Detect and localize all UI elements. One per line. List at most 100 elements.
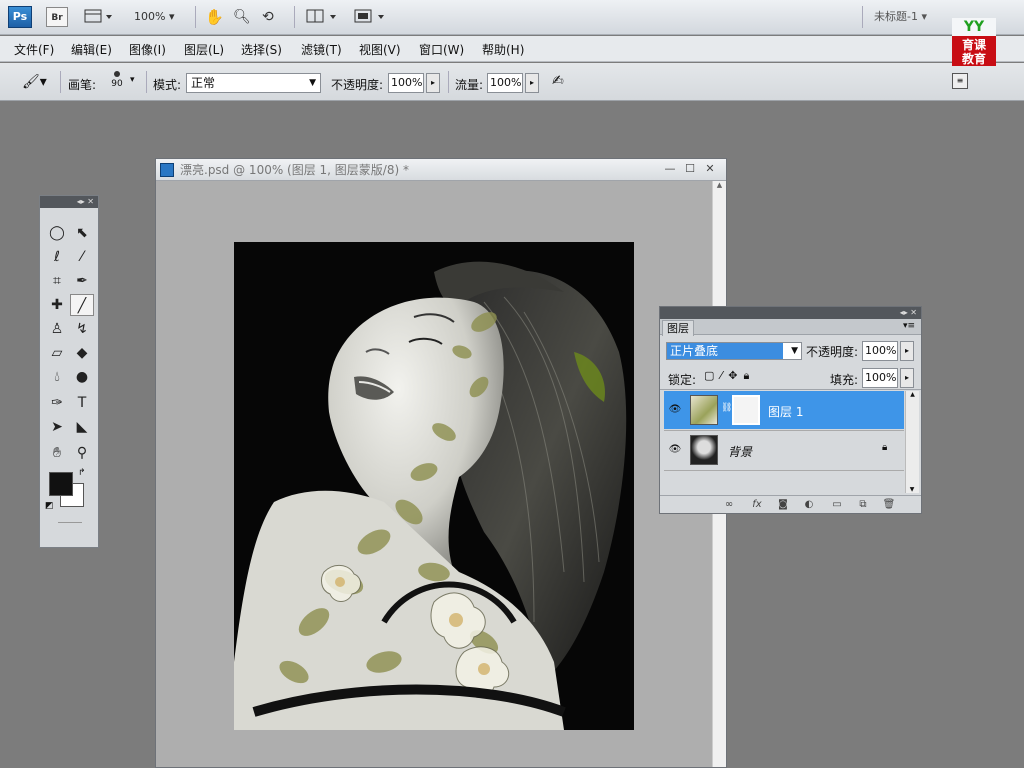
menu-image[interactable]: 图像(I) bbox=[129, 41, 166, 58]
fill-label: 填充: bbox=[830, 373, 859, 387]
screen-mode-button[interactable] bbox=[354, 7, 388, 27]
clone-stamp-tool-icon[interactable]: ♙ bbox=[45, 318, 69, 340]
opacity-slider-button[interactable]: ▸ bbox=[426, 73, 440, 93]
view-extras-button[interactable] bbox=[84, 7, 114, 27]
add-mask-icon[interactable]: ◙ bbox=[776, 498, 790, 512]
mode-dropdown[interactable]: 正常 ▼ bbox=[186, 73, 321, 93]
scroll-up-icon[interactable]: ▲ bbox=[713, 181, 726, 189]
menu-file[interactable]: 文件(F) bbox=[14, 41, 54, 58]
brush-preset-icon[interactable]: 🖌︎▾ bbox=[22, 74, 47, 90]
swap-colors-icon[interactable]: ↱ bbox=[78, 468, 86, 478]
eye-icon[interactable]: 👁︎ bbox=[668, 443, 682, 457]
document-ps-icon bbox=[160, 163, 174, 177]
blur-tool-icon[interactable]: 💧︎ bbox=[45, 366, 69, 388]
default-colors-icon[interactable]: ◩ bbox=[45, 501, 54, 511]
rotate-view-icon[interactable]: ⟲ bbox=[262, 7, 274, 27]
layer-row-background[interactable]: 👁︎ 背景 🔒︎ bbox=[664, 431, 904, 469]
lock-all-icon[interactable]: 🔒︎ bbox=[743, 369, 755, 382]
layer-mask-thumbnail[interactable] bbox=[732, 395, 760, 425]
divider bbox=[146, 71, 147, 93]
close-icon[interactable]: ✕ bbox=[702, 161, 718, 177]
layers-panel-header[interactable]: ◂▸ ✕ bbox=[660, 307, 921, 319]
menu-filter[interactable]: 滤镜(T) bbox=[301, 41, 342, 58]
layer-opacity-input[interactable]: 100% bbox=[862, 341, 898, 361]
eraser-tool-icon[interactable]: ▱ bbox=[45, 342, 69, 364]
chevron-down-icon: ▼ bbox=[791, 346, 798, 356]
divider bbox=[294, 6, 295, 28]
arrange-documents-icon bbox=[306, 9, 336, 23]
paint-bucket-tool-icon[interactable]: ◆ bbox=[70, 342, 94, 364]
flow-input[interactable]: 100% bbox=[487, 73, 523, 93]
divider bbox=[195, 6, 196, 28]
zoom-tool-icon[interactable]: ⚲ bbox=[70, 442, 94, 464]
eyedropper-tool-icon[interactable]: ✒ bbox=[70, 270, 94, 292]
menu-select[interactable]: 选择(S) bbox=[241, 41, 282, 58]
elliptical-marquee-tool-icon[interactable]: ◯ bbox=[45, 222, 69, 244]
brush-tool-icon[interactable]: ╱ bbox=[70, 294, 94, 316]
lasso-tool-icon[interactable]: ℓ bbox=[45, 246, 69, 268]
hand-tool-icon[interactable]: ✋ bbox=[205, 7, 224, 27]
adjustment-layer-icon[interactable]: ◐ bbox=[802, 498, 816, 512]
layer-name[interactable]: 背景 bbox=[728, 443, 752, 460]
pen-tool-icon[interactable]: ✑ bbox=[45, 392, 69, 414]
crop-tool-icon[interactable]: ⌗ bbox=[45, 270, 69, 292]
menu-view[interactable]: 视图(V) bbox=[359, 41, 401, 58]
hand-tool-icon[interactable]: ✋︎ bbox=[45, 442, 69, 464]
move-tool-icon[interactable]: ⬉ bbox=[70, 222, 94, 244]
brush-picker[interactable]: 90 bbox=[109, 69, 125, 89]
fill-input[interactable]: 100% bbox=[862, 368, 898, 388]
link-layers-icon[interactable]: ∞ bbox=[722, 498, 736, 512]
photoshop-logo: Ps bbox=[8, 6, 32, 28]
menu-edit[interactable]: 编辑(E) bbox=[71, 41, 112, 58]
canvas-image[interactable] bbox=[234, 242, 634, 730]
foreground-color-swatch[interactable] bbox=[49, 472, 73, 496]
maximize-icon[interactable]: ☐ bbox=[682, 161, 698, 177]
panel-menu-icon[interactable]: ▾≡ bbox=[903, 321, 915, 331]
eye-icon[interactable]: 👁︎ bbox=[668, 403, 682, 417]
tab-layers[interactable]: 图层 bbox=[662, 320, 694, 336]
custom-shape-tool-icon[interactable]: ◣ bbox=[70, 416, 94, 438]
delete-layer-icon[interactable]: 🗑︎ bbox=[882, 498, 896, 512]
opacity-input[interactable]: 100% bbox=[388, 73, 424, 93]
history-brush-tool-icon[interactable]: ↯ bbox=[70, 318, 94, 340]
scroll-down-icon[interactable]: ▼ bbox=[906, 486, 918, 493]
arrange-documents-button[interactable] bbox=[306, 7, 340, 27]
scroll-up-icon[interactable]: ▲ bbox=[906, 391, 919, 398]
type-tool-icon[interactable]: T bbox=[70, 392, 94, 414]
tool-presets-icon[interactable]: ≡ bbox=[952, 73, 968, 89]
layer-style-icon[interactable]: fx bbox=[750, 498, 764, 512]
dodge-tool-icon[interactable]: ● bbox=[70, 366, 94, 388]
new-group-icon[interactable]: ▭ bbox=[830, 498, 844, 512]
menu-window[interactable]: 窗口(W) bbox=[419, 41, 464, 58]
lock-transparent-icon[interactable]: ▢ bbox=[704, 369, 720, 382]
fill-slider-button[interactable]: ▸ bbox=[900, 368, 914, 388]
workspace-dropdown[interactable]: 未标题-1 ▾ bbox=[874, 7, 927, 27]
application-bar: Ps Br 100% ▾ ✋ 🔍︎ ⟲ 未标题-1 ▾ bbox=[0, 0, 1024, 35]
brush-picker-arrow-icon[interactable]: ▾ bbox=[130, 75, 135, 85]
link-icon[interactable]: ⛓ bbox=[721, 403, 732, 413]
divider bbox=[862, 6, 863, 28]
zoom-level-dropdown[interactable]: 100% ▾ bbox=[134, 7, 174, 27]
brush-label: 画笔: bbox=[68, 78, 97, 92]
bridge-button[interactable]: Br bbox=[46, 7, 68, 27]
layer-name[interactable]: 图层 1 bbox=[768, 403, 803, 420]
healing-brush-tool-icon[interactable]: ✚ bbox=[45, 294, 69, 316]
lock-position-icon[interactable]: ✥ bbox=[728, 369, 743, 382]
tools-panel-header[interactable]: ◂▸ ✕ bbox=[40, 196, 98, 208]
layers-scrollbar[interactable]: ▲ ▼ bbox=[905, 391, 919, 493]
new-layer-icon[interactable]: ⧉ bbox=[856, 498, 870, 512]
menu-layer[interactable]: 图层(L) bbox=[184, 41, 224, 58]
zoom-tool-icon[interactable]: 🔍︎ bbox=[233, 7, 251, 27]
magic-wand-tool-icon[interactable]: ⁄ bbox=[70, 246, 94, 268]
minimize-icon[interactable]: — bbox=[662, 161, 678, 177]
menu-help[interactable]: 帮助(H) bbox=[482, 41, 524, 58]
edu-logo: YY 育课 教育 bbox=[952, 18, 996, 66]
path-selection-tool-icon[interactable]: ➤ bbox=[45, 416, 69, 438]
airbrush-icon[interactable]: ✍︎ bbox=[552, 73, 564, 89]
blend-mode-dropdown[interactable]: 正片叠底 ▼ bbox=[666, 342, 802, 360]
flow-slider-button[interactable]: ▸ bbox=[525, 73, 539, 93]
layer-row-layer1[interactable]: 👁︎ ⛓ 图层 1 bbox=[664, 391, 904, 429]
layer-opacity-slider-button[interactable]: ▸ bbox=[900, 341, 914, 361]
chevron-down-icon: ▼ bbox=[309, 78, 316, 88]
document-titlebar[interactable]: 漂亮.psd @ 100% (图层 1, 图层蒙版/8) * — ☐ ✕ bbox=[156, 159, 726, 181]
